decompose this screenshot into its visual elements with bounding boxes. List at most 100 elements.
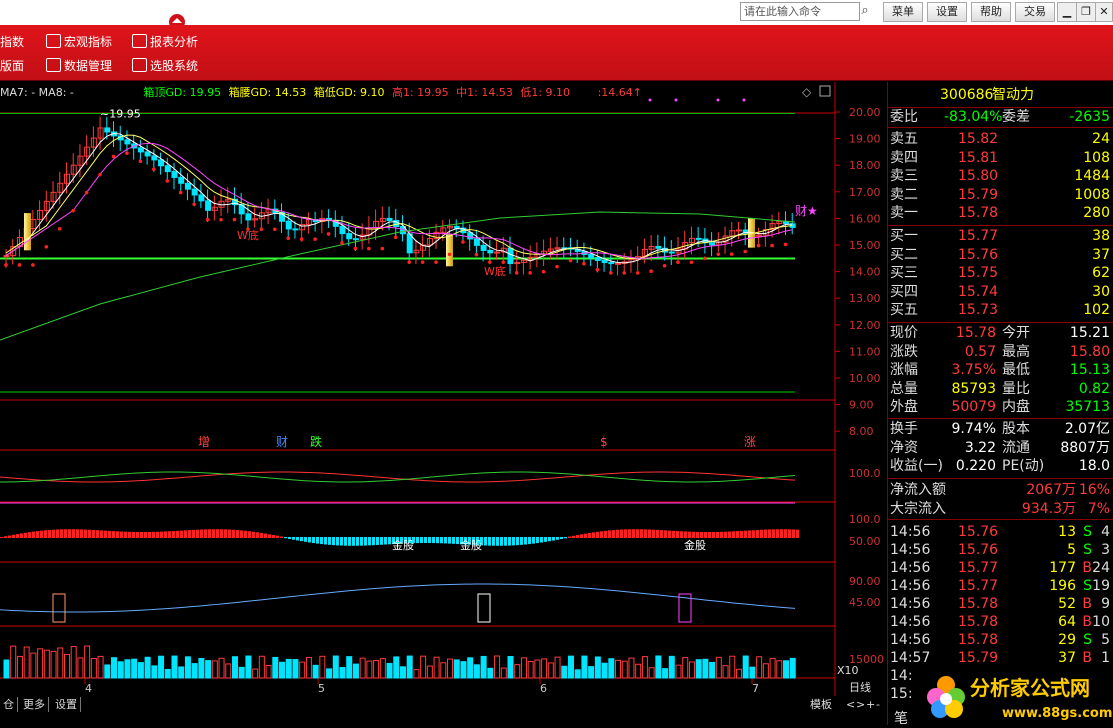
ind2-bar — [696, 531, 699, 538]
search-icon[interactable]: ⌕ — [857, 2, 873, 20]
ind2-bar — [180, 530, 183, 538]
ask-label: 卖二 — [890, 186, 918, 203]
ask-price: 15.78 — [958, 205, 999, 221]
ind2-bar — [124, 531, 127, 538]
ind2-bar — [724, 531, 727, 538]
ind2-bar — [144, 531, 147, 538]
volume-bar — [641, 656, 648, 679]
ind2-bar — [96, 530, 99, 538]
kline-chart[interactable]: 20.00 19.00 18.00 17.00 16.00 15.00 14.00 13.00… — [0, 82, 887, 696]
ma-legend: MA7: - MA8: - — [0, 86, 74, 99]
ind2-bar — [624, 529, 627, 538]
tick-time: 14:56 — [890, 524, 931, 540]
toolbar-item-index[interactable]: 指数 — [0, 34, 24, 50]
menu-button[interactable]: 菜单 — [883, 2, 923, 22]
template-button[interactable]: 模板 — [807, 697, 835, 712]
ind2-bar — [296, 537, 299, 541]
support-dot — [44, 245, 49, 249]
zoom-out-icon[interactable]: - — [873, 697, 883, 712]
ind2-bar — [732, 531, 735, 538]
volume-bar — [769, 657, 776, 679]
position-button[interactable]: 仓 — [0, 697, 18, 712]
ask-row: 卖三 15.80 1484 — [888, 167, 1113, 185]
volume-bar — [709, 661, 716, 679]
ind3-tick-label: 90.00 — [849, 575, 881, 588]
price-tick-label: 15.00 — [849, 239, 881, 252]
candle-body — [285, 220, 292, 230]
stat-value: 35713 — [1065, 399, 1110, 415]
diamond-icon[interactable]: ◇ — [802, 85, 812, 99]
tick-row: 14:56 15.77 177 B 24 — [888, 559, 1113, 577]
toolbar-item-data[interactable]: 数据管理 — [46, 58, 112, 74]
ind2-bar — [280, 536, 283, 538]
chart-area[interactable]: 20.00 19.00 18.00 17.00 16.00 15.00 14.00 13.00… — [0, 82, 887, 696]
support-dot — [326, 232, 331, 236]
close-icon[interactable]: ✕ — [1095, 2, 1113, 22]
flow-label: 净流入额 — [890, 482, 946, 498]
toolbar-item-macro[interactable]: 宏观指标 — [46, 34, 112, 50]
ind2-bar — [592, 532, 595, 538]
tick-volume: 29 — [1058, 632, 1076, 648]
candle-body — [144, 151, 151, 157]
help-button[interactable]: 帮助 — [971, 2, 1011, 22]
support-dot — [541, 269, 546, 274]
support-dot — [783, 242, 788, 247]
collapse-arrow-icon[interactable] — [168, 14, 186, 25]
ind2-bar — [372, 537, 375, 546]
maximize-icon[interactable]: ❐ — [1076, 2, 1096, 22]
volume-bar — [729, 655, 736, 679]
tick-time: 14:56 — [890, 578, 931, 594]
command-input[interactable]: 请在此输入命令 — [740, 2, 860, 21]
ind2-bar — [768, 529, 771, 538]
event-marker: 涨 — [744, 434, 756, 449]
volume-bar — [158, 655, 165, 679]
volume-bar — [373, 659, 380, 679]
minimize-icon[interactable]: ▁ — [1057, 2, 1077, 22]
mid-legend: 中1: 14.53 — [456, 86, 513, 99]
ind2-bar — [680, 531, 683, 538]
trade-button[interactable]: 交易 — [1015, 2, 1055, 22]
settings-bottom-button[interactable]: 设置 — [52, 697, 81, 712]
volume-bar — [144, 656, 151, 679]
weicha-value: -2635 — [1069, 109, 1110, 125]
watermark-title: 分析家公式网 — [970, 676, 1090, 700]
more-button[interactable]: 更多 — [20, 697, 49, 712]
price-tick-label: 10.00 — [849, 372, 881, 385]
volume-bar — [675, 664, 682, 679]
toolbar-item-stock-picker[interactable]: 选股系统 — [132, 58, 198, 74]
ind2-bar — [572, 535, 575, 538]
volume-bar — [487, 667, 494, 679]
watermark-url: www.88gs.com — [1002, 706, 1112, 721]
fund-label: 换手 — [890, 421, 918, 437]
ind2-bar — [364, 537, 367, 546]
period-label[interactable]: 日线 — [849, 680, 871, 694]
panel-divider — [888, 418, 1113, 419]
support-dot — [84, 190, 89, 195]
ind2-bar — [320, 537, 323, 545]
volume-bar — [742, 655, 749, 679]
fund-label: 流通 — [1002, 439, 1030, 456]
ind2-bar — [556, 537, 559, 540]
ind2-bar — [488, 537, 491, 546]
ind2-bar — [232, 529, 235, 538]
stat-label: 涨幅 — [890, 362, 918, 378]
price-tick-label: 19.00 — [849, 133, 881, 146]
ind2-bar — [100, 530, 103, 538]
volume-bar — [218, 657, 225, 679]
fund-value: 18.0 — [1078, 458, 1110, 474]
ind2-bar — [668, 530, 671, 538]
tick-row: 14:56 15.78 52 B 9 — [888, 595, 1113, 613]
support-dot — [138, 159, 143, 164]
support-dot — [57, 226, 62, 231]
toolbar-item-report[interactable]: 报表分析 — [132, 34, 198, 50]
candle-body — [184, 182, 191, 190]
box-mid-legend: 箱腰GD: 14.53 — [228, 86, 307, 99]
volume-bar — [30, 652, 37, 679]
panel-toggle-icon[interactable] — [819, 85, 831, 97]
support-dot — [313, 237, 317, 241]
tick-row: 14:56 15.78 29 S 5 — [888, 631, 1113, 649]
ind2-bar — [720, 531, 723, 538]
settings-button[interactable]: 设置 — [927, 2, 967, 22]
toolbar-item-layout[interactable]: 版面 — [0, 58, 24, 74]
volume-bar — [386, 662, 393, 679]
